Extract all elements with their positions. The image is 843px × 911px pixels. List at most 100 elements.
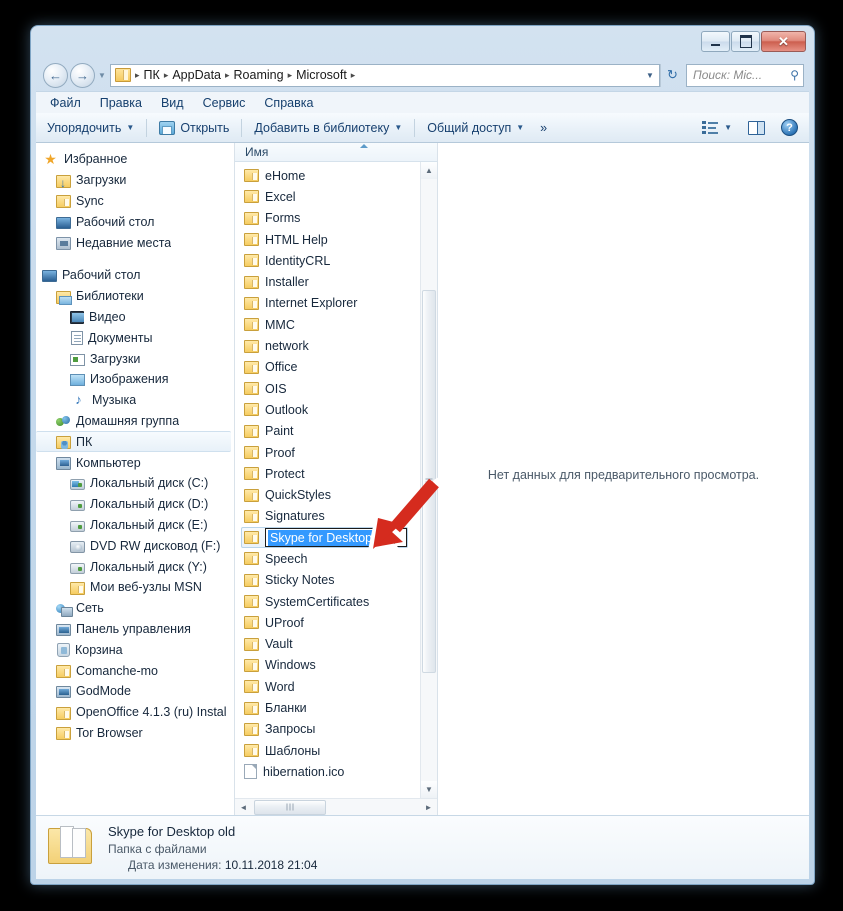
sidebar-item-sync[interactable]: Sync <box>36 191 234 212</box>
breadcrumb-item-1[interactable]: AppData <box>170 68 223 82</box>
scroll-right-button[interactable]: ► <box>420 803 437 812</box>
sidebar-item-control-panel[interactable]: Панель управления <box>36 619 234 640</box>
scroll-left-button[interactable]: ◄ <box>235 803 252 812</box>
sidebar-item-drive-d[interactable]: Локальный диск (D:) <box>36 494 234 515</box>
menu-tools[interactable]: Сервис <box>195 94 254 112</box>
list-item[interactable]: Excel <box>235 186 437 207</box>
list-item[interactable]: Office <box>235 357 437 378</box>
menu-help[interactable]: Справка <box>256 94 321 112</box>
list-item[interactable]: Internet Explorer <box>235 293 437 314</box>
scroll-up-button[interactable]: ▲ <box>421 162 437 179</box>
list-item[interactable]: Installer <box>235 271 437 292</box>
maximize-button[interactable] <box>731 31 760 52</box>
sidebar-item-downloads-library[interactable]: Загрузки <box>36 348 234 369</box>
sidebar-item-pk[interactable]: ПК <box>36 431 231 453</box>
list-item[interactable]: UProof <box>235 612 437 633</box>
list-item[interactable]: Speech <box>235 548 437 569</box>
sidebar-item-computer[interactable]: Компьютер <box>36 452 234 473</box>
sidebar-item-tor-browser[interactable]: Tor Browser <box>36 723 234 744</box>
list-item[interactable]: QuickStyles <box>235 484 437 505</box>
share-button[interactable]: Общий доступ ▼ <box>420 118 531 138</box>
sidebar-item-documents[interactable]: Документы <box>36 327 234 348</box>
history-dropdown-button[interactable]: ▼ <box>95 71 109 80</box>
change-view-button[interactable]: ▼ <box>695 118 739 138</box>
list-item[interactable]: IdentityCRL <box>235 250 437 271</box>
address-dropdown-icon[interactable]: ▼ <box>641 71 659 80</box>
breadcrumb-item-3[interactable]: Microsoft <box>294 68 349 82</box>
back-button[interactable]: ← <box>43 62 68 88</box>
list-item[interactable]: OIS <box>235 378 437 399</box>
address-breadcrumb-bar[interactable]: ▸ ПК ▸ AppData ▸ Roaming ▸ Microsoft ▸ ▼ <box>110 63 660 87</box>
sidebar-item-recent-places[interactable]: Недавние места <box>36 232 234 253</box>
breadcrumb-separator[interactable]: ▸ <box>223 70 232 81</box>
sidebar-item-favorites[interactable]: ★ Избранное <box>36 149 234 170</box>
rename-input[interactable]: Skype for Desktop old <box>265 528 407 548</box>
scrollbar-thumb[interactable] <box>422 290 436 673</box>
add-to-library-button[interactable]: Добавить в библиотеку ▼ <box>247 118 409 138</box>
list-item[interactable]: hibernation.ico <box>235 761 437 782</box>
list-item[interactable]: Paint <box>235 421 437 442</box>
list-item[interactable]: Бланки <box>235 697 437 718</box>
breadcrumb-separator[interactable]: ▸ <box>133 70 142 81</box>
sidebar-item-video[interactable]: Видео <box>36 307 234 328</box>
preview-pane-button[interactable] <box>741 118 772 138</box>
file-list-vertical-scrollbar[interactable]: ▲ ▼ <box>420 162 437 798</box>
sidebar-item-godmode[interactable]: GodMode <box>36 681 234 702</box>
list-item[interactable]: Windows <box>235 655 437 676</box>
column-header-name[interactable]: Имя <box>235 143 437 162</box>
sidebar-item-downloads[interactable]: Загрузки <box>36 170 234 191</box>
sidebar-item-msn-websites[interactable]: Мои веб-узлы MSN <box>36 577 234 598</box>
breadcrumb-item-0[interactable]: ПК <box>142 68 162 82</box>
menu-edit[interactable]: Правка <box>92 94 150 112</box>
scrollbar-thumb[interactable] <box>254 799 326 815</box>
breadcrumb-separator[interactable]: ▸ <box>286 70 295 81</box>
list-item[interactable]: Signatures <box>235 506 437 527</box>
list-item-renaming[interactable]: Skype for Desktop old <box>235 527 437 549</box>
scroll-down-button[interactable]: ▼ <box>421 781 437 798</box>
list-item[interactable]: Forms <box>235 208 437 229</box>
sidebar-item-libraries[interactable]: Библиотеки <box>36 286 234 307</box>
menu-file[interactable]: Файл <box>42 94 89 112</box>
sidebar-item-network[interactable]: Сеть <box>36 598 234 619</box>
sidebar-item-pictures[interactable]: Изображения <box>36 369 234 390</box>
overflow-button[interactable]: » <box>533 118 554 138</box>
breadcrumb-separator[interactable]: ▸ <box>349 70 358 81</box>
list-item[interactable]: Protect <box>235 463 437 484</box>
help-button[interactable]: ? <box>774 116 805 139</box>
list-item[interactable]: Outlook <box>235 399 437 420</box>
list-item[interactable]: Word <box>235 676 437 697</box>
search-box[interactable]: Поиск: Mic... ⚲ <box>686 63 804 87</box>
close-button[interactable]: ✕ <box>761 31 806 52</box>
minimize-button[interactable] <box>701 31 730 52</box>
sidebar-item-comanche-mo[interactable]: Comanche-mo <box>36 660 234 681</box>
sidebar-item-drive-c[interactable]: Локальный диск (C:) <box>36 473 234 494</box>
list-item[interactable]: Sticky Notes <box>235 570 437 591</box>
breadcrumb-item-2[interactable]: Roaming <box>232 68 286 82</box>
sidebar-item-openoffice[interactable]: OpenOffice 4.1.3 (ru) Instal <box>36 702 234 723</box>
list-item[interactable]: Шаблоны <box>235 740 437 761</box>
sidebar-item-drive-y[interactable]: Локальный диск (Y:) <box>36 556 234 577</box>
sidebar-item-desktop-fav[interactable]: Рабочий стол <box>36 211 234 232</box>
refresh-button[interactable]: ↻ <box>660 63 684 87</box>
list-item[interactable]: HTML Help <box>235 229 437 250</box>
menu-view[interactable]: Вид <box>153 94 192 112</box>
breadcrumb-separator[interactable]: ▸ <box>162 70 171 81</box>
forward-button[interactable]: → <box>70 62 95 88</box>
list-item[interactable]: Vault <box>235 634 437 655</box>
open-button[interactable]: Открыть <box>152 118 236 138</box>
sidebar-item-homegroup[interactable]: Домашняя группа <box>36 411 234 432</box>
list-item[interactable]: eHome <box>235 165 437 186</box>
list-item[interactable]: MMC <box>235 314 437 335</box>
horizontal-scroll-track[interactable] <box>252 799 420 815</box>
sidebar-item-dvd-f[interactable]: DVD RW дисковод (F:) <box>36 535 234 556</box>
sidebar-item-music[interactable]: ♪ Музыка <box>36 390 234 411</box>
list-item[interactable]: network <box>235 335 437 356</box>
sidebar-item-recycle-bin[interactable]: Корзина <box>36 639 234 660</box>
sidebar-item-drive-e[interactable]: Локальный диск (E:) <box>36 515 234 536</box>
list-item[interactable]: SystemCertificates <box>235 591 437 612</box>
sidebar-item-desktop-root[interactable]: Рабочий стол <box>36 265 234 286</box>
list-item[interactable]: Запросы <box>235 719 437 740</box>
organize-button[interactable]: Упорядочить ▼ <box>40 118 141 138</box>
navigation-pane[interactable]: ★ Избранное Загрузки Sync Рабочий стол Н… <box>36 143 235 815</box>
list-item[interactable]: Proof <box>235 442 437 463</box>
